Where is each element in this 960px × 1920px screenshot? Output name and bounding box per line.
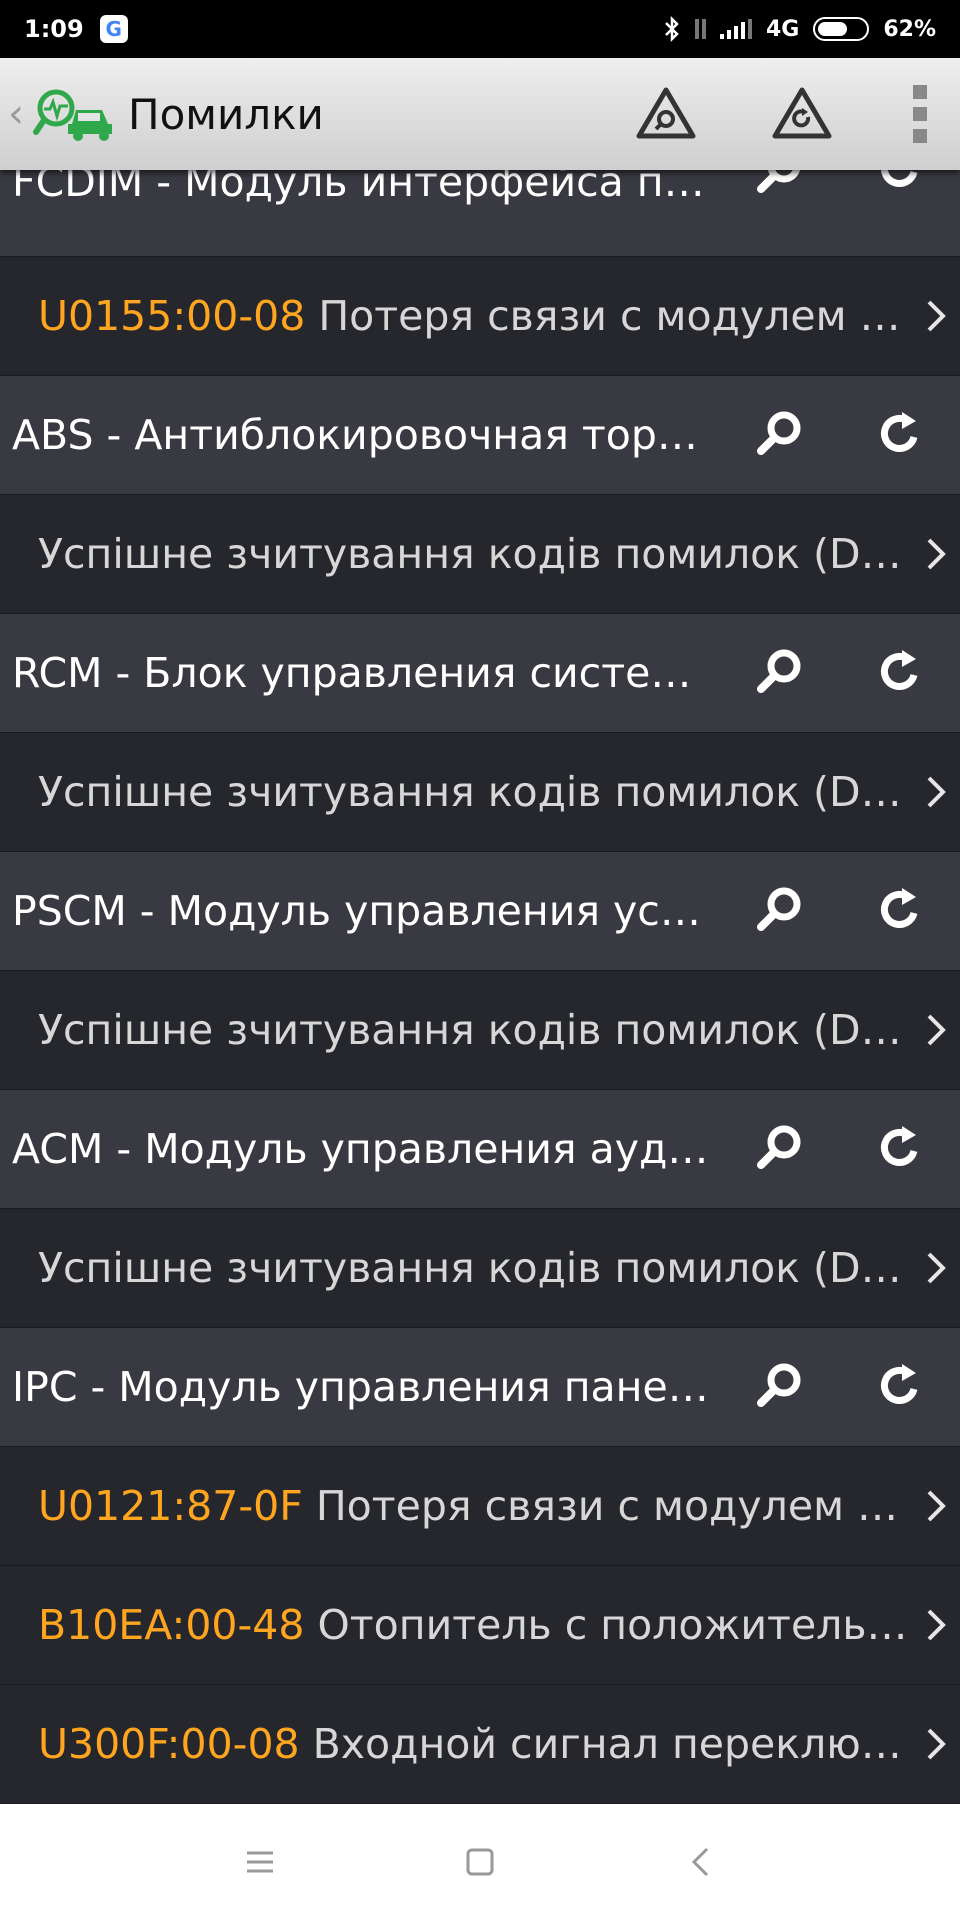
clear-dtc-button[interactable] [840, 1090, 960, 1208]
dtc-row[interactable]: U0155:00-08 Потеря связи с модулем уп… [0, 257, 960, 376]
dtc-row[interactable]: U300F:00-08 Входной сигнал переключа… [0, 1685, 960, 1804]
clear-errors-button[interactable] [752, 64, 852, 164]
battery-icon [813, 17, 870, 41]
module-actions [720, 376, 960, 494]
read-dtc-button[interactable] [720, 376, 840, 494]
error-list: FCDIM - Модуль интерфейса пе… U0155:00-08… [0, 140, 960, 1804]
dtc-text: Успішне зчитування кодів помилок (DTC… [38, 530, 910, 578]
car-diagnostics-icon[interactable] [32, 84, 120, 144]
module-actions [720, 1090, 960, 1208]
module-actions [720, 614, 960, 732]
page-title: Помилки [128, 89, 324, 139]
home-square-icon [466, 1848, 494, 1876]
dtc-description: Успішне зчитування кодів помилок (DTC… [0, 1006, 910, 1054]
module-name: PSCM - Модуль управления уси… [12, 887, 720, 935]
dtc-row[interactable]: B10EA:00-48 Отопитель с положительны… [0, 1566, 960, 1685]
clear-dtc-button[interactable] [840, 614, 960, 732]
network-type: 4G [765, 16, 800, 42]
module-row[interactable]: RCM - Блок управления систем… [0, 614, 960, 733]
chevron-right-icon [924, 1607, 948, 1643]
clear-dtc-button[interactable] [840, 376, 960, 494]
dtc-description: U0121:87-0F Потеря связи с модулем «А… [0, 1482, 910, 1530]
status-icons: 4G 62% [663, 16, 936, 42]
module-actions [720, 1328, 960, 1446]
dtc-description: Успішне зчитування кодів помилок (DTC… [0, 530, 910, 578]
status-bar: 1:09 G 4G 62% [0, 0, 960, 58]
overflow-menu-icon[interactable] [890, 64, 950, 164]
read-dtc-button[interactable] [720, 852, 840, 970]
back-button[interactable] [660, 1822, 740, 1902]
clear-dtc-button[interactable] [840, 1328, 960, 1446]
module-row[interactable]: ACM - Модуль управления ауди… [0, 1090, 960, 1209]
dtc-code: U300F:00-08 [38, 1720, 300, 1768]
scan-errors-button[interactable] [616, 64, 716, 164]
dtc-description: B10EA:00-48 Отопитель с положительны… [0, 1601, 910, 1649]
bluetooth-icon [665, 16, 679, 42]
search-icon [753, 1358, 807, 1416]
chevron-right-icon [924, 1012, 948, 1048]
back-chevron-icon[interactable]: ‹ [8, 91, 32, 137]
dtc-description: Успішне зчитування кодів помилок (DTC… [0, 1244, 910, 1292]
module-name: ACM - Модуль управления ауди… [12, 1125, 720, 1173]
dtc-text: Успішне зчитування кодів помилок (DTC… [38, 768, 910, 816]
search-icon [753, 406, 807, 464]
read-dtc-button[interactable] [720, 1328, 840, 1446]
dtc-text: Потеря связи с модулем уп… [305, 292, 910, 340]
chevron-right-icon [924, 536, 948, 572]
triangle-search-icon [636, 87, 696, 139]
dtc-row[interactable]: Успішне зчитування кодів помилок (DTC… [0, 1209, 960, 1328]
module-name: IPC - Модуль управления панел… [12, 1363, 720, 1411]
module-name: RCM - Блок управления систем… [12, 649, 720, 697]
chevron-right-icon [924, 1726, 948, 1762]
dtc-code: B10EA:00-48 [38, 1601, 305, 1649]
data-arrows-icon [694, 19, 706, 39]
search-icon [753, 882, 807, 940]
chevron-right-icon [924, 774, 948, 810]
menu-button[interactable] [220, 1822, 300, 1902]
dtc-text: Отопитель с положительны… [304, 1601, 910, 1649]
dtc-row[interactable]: Успішне зчитування кодів помилок (DTC… [0, 733, 960, 852]
dtc-description: U0155:00-08 Потеря связи с модулем уп… [0, 292, 910, 340]
dtc-row[interactable]: Успішне зчитування кодів помилок (DTC… [0, 971, 960, 1090]
dtc-row[interactable]: Успішне зчитування кодів помилок (DTC… [0, 495, 960, 614]
dtc-text: Входной сигнал переключа… [299, 1720, 910, 1768]
status-time: 1:09 [24, 15, 84, 43]
app-bar: ‹ Помилки [0, 58, 960, 170]
refresh-icon [876, 1361, 924, 1413]
module-row[interactable]: PSCM - Модуль управления уси… [0, 852, 960, 971]
dtc-description: U300F:00-08 Входной сигнал переключа… [0, 1720, 910, 1768]
back-icon [691, 1847, 709, 1877]
chevron-right-icon [924, 1488, 948, 1524]
refresh-icon [876, 885, 924, 937]
search-icon [753, 1120, 807, 1178]
app-bar-actions [616, 64, 960, 164]
module-row[interactable]: IPC - Модуль управления панел… [0, 1328, 960, 1447]
dtc-row[interactable]: U0121:87-0F Потеря связи с модулем «А… [0, 1447, 960, 1566]
dtc-code: U0121:87-0F [38, 1482, 303, 1530]
module-name: ABS - Антиблокировочная торм… [12, 411, 720, 459]
chevron-right-icon [924, 298, 948, 334]
signal-icon [719, 19, 752, 39]
read-dtc-button[interactable] [720, 614, 840, 732]
clear-dtc-button[interactable] [840, 852, 960, 970]
triangle-refresh-icon [772, 87, 832, 139]
refresh-icon [876, 647, 924, 699]
menu-icon [247, 1851, 273, 1873]
dtc-code: U0155:00-08 [38, 292, 306, 340]
home-button[interactable] [440, 1822, 520, 1902]
google-icon: G [99, 15, 128, 43]
navigation-bar [0, 1804, 960, 1920]
battery-percent: 62% [883, 16, 936, 42]
dtc-text: Успішне зчитування кодів помилок (DTC… [38, 1006, 910, 1054]
dtc-description: Успішне зчитування кодів помилок (DTC… [0, 768, 910, 816]
module-row[interactable]: ABS - Антиблокировочная торм… [0, 376, 960, 495]
chevron-right-icon [924, 1250, 948, 1286]
refresh-icon [876, 409, 924, 461]
refresh-icon [876, 1123, 924, 1175]
module-actions [720, 852, 960, 970]
dtc-text: Успішне зчитування кодів помилок (DTC… [38, 1244, 910, 1292]
dtc-text: Потеря связи с модулем «А… [302, 1482, 910, 1530]
read-dtc-button[interactable] [720, 1090, 840, 1208]
search-icon [753, 644, 807, 702]
